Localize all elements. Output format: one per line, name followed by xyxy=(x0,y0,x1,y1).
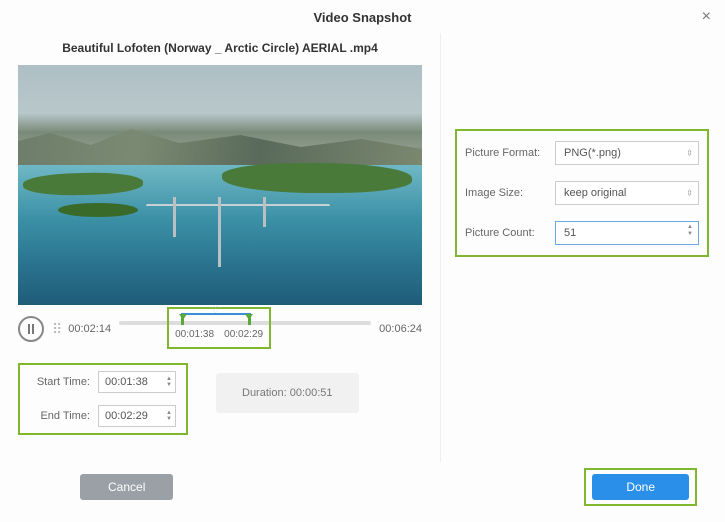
pause-icon xyxy=(28,324,34,334)
end-time-row: End Time: ▲ ▼ xyxy=(30,405,176,427)
picture-count-row: Picture Count: 51 ▲ ▼ xyxy=(465,221,699,245)
range-end-label: 00:02:29 xyxy=(224,329,263,345)
picture-format-select[interactable]: PNG(*.png) ⇳ xyxy=(555,141,699,165)
cancel-button[interactable]: Cancel xyxy=(80,474,173,500)
picture-count-value: 51 xyxy=(564,227,576,239)
picture-format-value: PNG(*.png) xyxy=(564,147,621,159)
duration-value: 00:00:51 xyxy=(290,387,333,399)
image-size-label: Image Size: xyxy=(465,187,549,199)
timeline-track[interactable]: ♡ 00:01:38 00:02:29 xyxy=(119,313,371,345)
snapshot-options: Picture Format: PNG(*.png) ⇳ Image Size:… xyxy=(455,129,709,257)
total-time: 00:06:24 xyxy=(379,323,422,335)
start-time-row: Start Time: ▲ ▼ xyxy=(30,371,176,393)
grip-icon: ⠿ xyxy=(52,321,60,338)
image-size-select[interactable]: keep original ⇳ xyxy=(555,181,699,205)
picture-count-input[interactable]: 51 ▲ ▼ xyxy=(555,221,699,245)
close-icon[interactable]: × xyxy=(702,8,711,26)
picture-format-label: Picture Format: xyxy=(465,147,549,159)
done-button[interactable]: Done xyxy=(592,474,689,500)
image-size-value: keep original xyxy=(564,187,626,199)
range-start-label: 00:01:38 xyxy=(175,329,214,345)
start-time-label: Start Time: xyxy=(30,376,90,388)
start-time-down-icon[interactable]: ▼ xyxy=(164,382,174,388)
chevron-updown-icon: ⇳ xyxy=(686,149,693,158)
left-panel: Beautiful Lofoten (Norway _ Arctic Circl… xyxy=(0,33,440,462)
play-pause-button[interactable] xyxy=(18,316,44,342)
dialog-title: Video Snapshot xyxy=(314,10,412,25)
image-size-row: Image Size: keep original ⇳ xyxy=(465,181,699,205)
video-filename: Beautiful Lofoten (Norway _ Arctic Circl… xyxy=(18,41,422,55)
highlight-done: Done xyxy=(584,468,697,506)
start-time-stepper: ▲ ▼ xyxy=(98,371,176,393)
count-up-icon[interactable]: ▲ xyxy=(685,224,695,231)
count-down-icon[interactable]: ▼ xyxy=(685,231,695,238)
duration-label: Duration: xyxy=(242,387,287,399)
timeline-row: ⠿ 00:02:14 ♡ 00:01:38 00:02:29 00:06: xyxy=(18,313,422,345)
current-time: 00:02:14 xyxy=(68,323,111,335)
picture-count-label: Picture Count: xyxy=(465,227,549,239)
time-controls: Start Time: ▲ ▼ End Time: xyxy=(18,363,422,435)
highlight-selection: ♡ 00:01:38 00:02:29 xyxy=(167,307,271,349)
heart-icon: ♡ xyxy=(211,305,221,315)
picture-format-row: Picture Format: PNG(*.png) ⇳ xyxy=(465,141,699,165)
duration-display: Duration: 00:00:51 xyxy=(216,373,359,413)
end-time-stepper: ▲ ▼ xyxy=(98,405,176,427)
right-panel: Picture Format: PNG(*.png) ⇳ Image Size:… xyxy=(440,33,725,462)
range-selector[interactable]: ♡ xyxy=(181,313,251,325)
footer: Cancel Done xyxy=(0,462,725,522)
video-preview[interactable] xyxy=(18,65,422,305)
chevron-updown-icon: ⇳ xyxy=(686,189,693,198)
end-time-label: End Time: xyxy=(30,410,90,422)
end-time-down-icon[interactable]: ▼ xyxy=(164,416,174,422)
time-inputs-group: Start Time: ▲ ▼ End Time: xyxy=(18,363,188,435)
video-snapshot-dialog: Video Snapshot × Beautiful Lofoten (Norw… xyxy=(0,0,725,522)
content-area: Beautiful Lofoten (Norway _ Arctic Circl… xyxy=(0,33,725,462)
titlebar: Video Snapshot × xyxy=(0,0,725,33)
